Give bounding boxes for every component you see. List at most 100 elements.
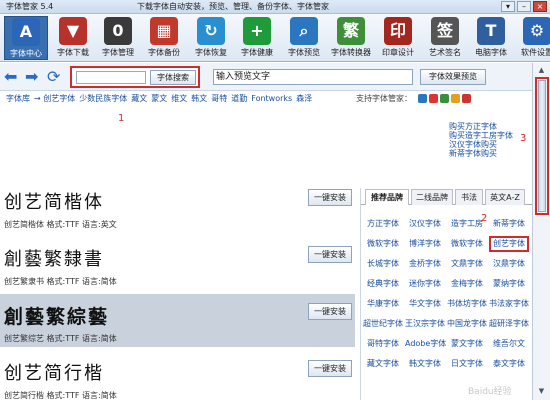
category-link[interactable]: 韩文 xyxy=(191,94,207,103)
browser-icon[interactable] xyxy=(418,94,427,103)
brand-link[interactable]: 文鼎字体 xyxy=(447,256,487,272)
brand-link[interactable]: 书体坊字体 xyxy=(447,296,487,312)
purchase-link[interactable]: 购买造字工房字体 xyxy=(449,131,513,140)
brand-link[interactable]: 华康字体 xyxy=(363,296,403,312)
toolbar-icon: ⌕ xyxy=(290,17,318,45)
install-button[interactable]: 一键安装 xyxy=(308,303,352,320)
toolbar-label: 字体下载 xyxy=(57,48,89,57)
brand-tab[interactable]: 推荐品牌 xyxy=(365,189,409,205)
brand-tab[interactable]: 二线品牌 xyxy=(411,189,453,205)
category-link[interactable]: 哥特 xyxy=(211,94,227,103)
brand-link[interactable]: 哥特字体 xyxy=(363,336,403,352)
brand-link[interactable]: 创艺字体 xyxy=(489,236,529,252)
font-row[interactable]: 創藝繁綜藝 创艺繁综艺 格式:TTF 语言:简体 一键安装 xyxy=(0,294,355,347)
brand-link[interactable]: 方正字体 xyxy=(363,216,403,232)
scroll-thumb[interactable] xyxy=(538,80,546,212)
purchase-link[interactable]: 汉仪字体购买 xyxy=(449,140,513,149)
brand-link[interactable]: Adobe字体 xyxy=(405,336,446,352)
brand-link[interactable]: 汉仪字体 xyxy=(405,216,445,232)
purchase-link[interactable]: 新蒂字体购买 xyxy=(449,149,513,158)
font-preview-button[interactable]: 字体效果预览 xyxy=(420,69,486,85)
toolbar-button-7[interactable]: ⌕ 字体预览 xyxy=(282,16,326,60)
annotation-3: 3 xyxy=(520,133,527,144)
brand-link[interactable]: 微软字体 xyxy=(447,236,487,252)
toolbar-label: 字体健康 xyxy=(241,48,273,57)
brand-link[interactable]: 蒙文字体 xyxy=(447,336,487,352)
toolbar-button-11[interactable]: T 电脑字体 xyxy=(469,16,513,60)
purchase-link[interactable]: 购买方正字体 xyxy=(449,122,513,131)
brand-link[interactable]: 超研泽字体 xyxy=(489,316,529,332)
category-link[interactable]: Fontworks xyxy=(251,94,292,103)
browser-icon[interactable] xyxy=(429,94,438,103)
brand-link[interactable]: 维吾尔文 xyxy=(489,336,529,352)
browser-icon[interactable] xyxy=(440,94,449,103)
preview-text-input[interactable]: 输入预览文字 xyxy=(213,69,413,85)
toolbar-button-4[interactable]: ▦ 字体备份 xyxy=(142,16,186,60)
install-button[interactable]: 一键安装 xyxy=(308,246,352,263)
scroll-down-icon[interactable]: ▼ xyxy=(535,386,548,396)
toolbar-icon: A xyxy=(12,18,40,46)
font-row[interactable]: 创艺简楷体 创艺简楷体 格式:TTF 语言:英文 一键安装 xyxy=(0,180,355,233)
scroll-up-icon[interactable]: ▲ xyxy=(535,65,548,75)
brand-link[interactable]: 博洋字体 xyxy=(405,236,445,252)
toolbar-button-5[interactable]: ↻ 字体恢复 xyxy=(189,16,233,60)
brand-link[interactable]: 微软字体 xyxy=(363,236,403,252)
brand-link[interactable]: 金桥字体 xyxy=(405,256,445,272)
brand-link[interactable]: 王汉宗字体 xyxy=(405,316,445,332)
brand-link[interactable]: 藏文字体 xyxy=(363,356,403,372)
brand-link[interactable]: 日文字体 xyxy=(447,356,487,372)
brand-tab[interactable]: 英文A-Z xyxy=(485,189,525,205)
brand-link[interactable]: 书法家字体 xyxy=(489,296,529,312)
category-link[interactable]: 维文 xyxy=(171,94,187,103)
toolbar-button-9[interactable]: 印印章设计 xyxy=(376,16,420,60)
forward-arrow-icon[interactable]: ➡ xyxy=(25,69,38,85)
brand-link[interactable]: 迷你字体 xyxy=(405,276,445,292)
brand-tabs: 推荐品牌 二线品牌 书法 英文A-Z xyxy=(361,188,533,205)
close-button[interactable]: × xyxy=(533,1,547,12)
toolbar-button-6[interactable]: + 字体健康 xyxy=(235,16,279,60)
install-button[interactable]: 一键安装 xyxy=(308,189,352,206)
category-link[interactable]: 少数民族字体 xyxy=(79,94,127,103)
browser-icon[interactable] xyxy=(462,94,471,103)
brand-link[interactable]: 金梅字体 xyxy=(447,276,487,292)
category-link[interactable]: → 创艺字体 xyxy=(34,94,75,103)
brand-link[interactable]: 华文字体 xyxy=(405,296,445,312)
browser-icon[interactable] xyxy=(451,94,460,103)
toolbar-button-8[interactable]: 繁字体转换器 xyxy=(329,16,373,60)
font-meta: 创艺简楷体 格式:TTF 语言:英文 xyxy=(4,220,117,229)
font-search-button[interactable]: 字体搜索 xyxy=(150,70,196,85)
brand-link[interactable]: 超世纪字体 xyxy=(363,316,403,332)
brand-link[interactable]: 中国龙字体 xyxy=(447,316,487,332)
toolbar-label: 软件设置 xyxy=(521,48,550,57)
font-row[interactable]: 創藝繁隸書 创艺繁隶书 格式:TTF 语言:简体 一键安装 xyxy=(0,237,355,290)
install-button[interactable]: 一键安装 xyxy=(308,360,352,377)
minimize-button[interactable]: – xyxy=(517,1,531,12)
toolbar-button-10[interactable]: 签艺术签名 xyxy=(423,16,467,60)
font-row[interactable]: 创艺简行楷 创艺简行楷 格式:TTF 语言:简体 一键安装 xyxy=(0,351,355,400)
toolbar-button-2[interactable]: ▼ 字体下载 xyxy=(51,16,95,60)
category-link[interactable]: 藏文 xyxy=(131,94,147,103)
category-link[interactable]: 道勤 xyxy=(231,94,247,103)
brand-link[interactable]: 泰文字体 xyxy=(489,356,529,372)
brand-link[interactable]: 新蒂字体 xyxy=(489,216,529,232)
brand-link[interactable]: 汉鼎字体 xyxy=(489,256,529,272)
vertical-scrollbar[interactable]: ▲ ▼ xyxy=(532,63,550,400)
back-arrow-icon[interactable]: ⬅ xyxy=(4,69,17,85)
category-link[interactable]: 森泽 xyxy=(296,94,312,103)
refresh-icon[interactable]: ⟳ xyxy=(47,69,60,85)
toolbar-button-1[interactable]: A 字体中心 xyxy=(4,16,48,60)
brand-tab[interactable]: 书法 xyxy=(455,189,483,205)
brand-link[interactable]: 韩文字体 xyxy=(405,356,445,372)
toolbar-label: 字体管理 xyxy=(102,48,134,57)
category-link[interactable]: 蒙文 xyxy=(151,94,167,103)
brand-link[interactable]: 长城字体 xyxy=(363,256,403,272)
menu-dropdown-button[interactable]: ▾ xyxy=(501,1,515,12)
toolbar-button-3[interactable]: 0 字体管理 xyxy=(96,16,140,60)
brand-link[interactable]: 经典字体 xyxy=(363,276,403,292)
search-input[interactable] xyxy=(76,71,146,84)
category-link[interactable]: 字体库 xyxy=(6,94,30,103)
brand-link[interactable]: 蒙纳字体 xyxy=(489,276,529,292)
toolbar-icon: 签 xyxy=(431,17,459,45)
toolbar-button-12[interactable]: ⚙ 软件设置 xyxy=(515,16,550,60)
toolbar-label: 字体备份 xyxy=(148,48,180,57)
